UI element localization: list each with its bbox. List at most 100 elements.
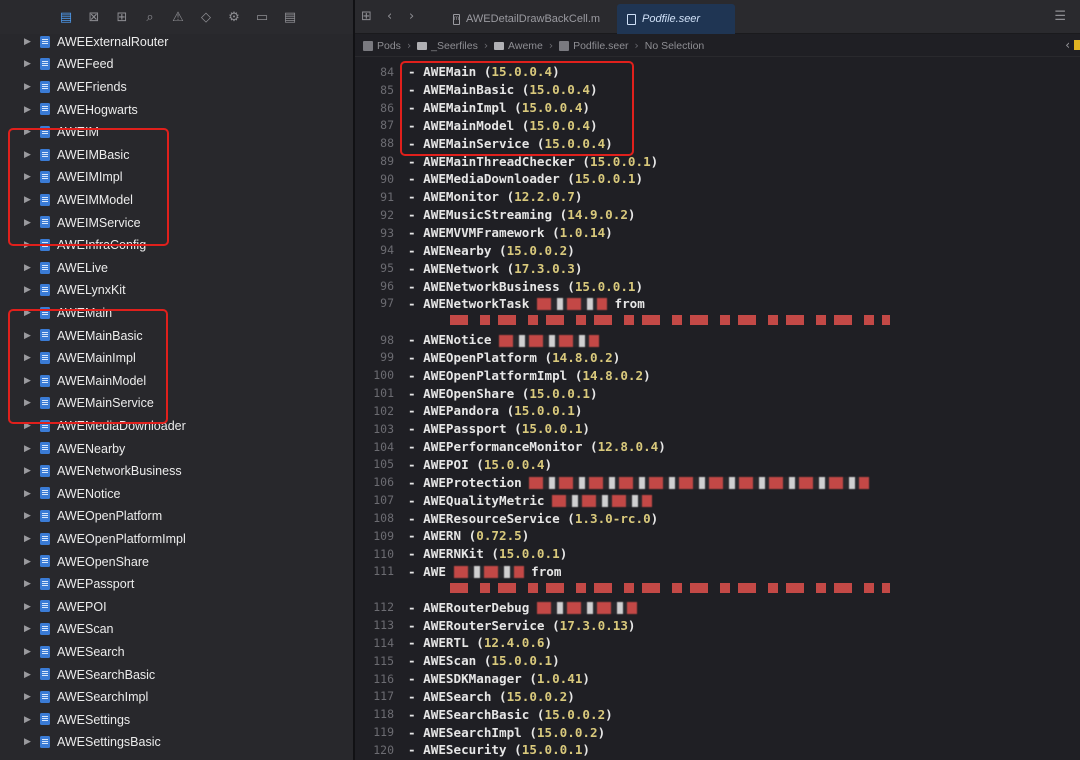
disclosure-triangle-icon[interactable]: ▶ — [24, 195, 34, 205]
breadcrumb-seerfiles[interactable]: _Seerfiles — [417, 40, 478, 52]
disclosure-triangle-icon[interactable]: ▶ — [24, 624, 34, 634]
list-item[interactable]: ▶ AWEIM — [0, 121, 353, 144]
disclosure-triangle-icon[interactable]: ▶ — [24, 579, 34, 589]
code-line[interactable]: 119 - AWESearchImpl (15.0.0.2) — [355, 723, 1080, 741]
debug-navigator-icon[interactable]: ⚙ — [220, 0, 248, 34]
list-item[interactable]: ▶ AWEMediaDownloader — [0, 415, 353, 438]
list-item[interactable]: ▶ AWESettingsBasic — [0, 731, 353, 754]
breadcrumb-aweme[interactable]: Aweme — [494, 40, 543, 52]
disclosure-triangle-icon[interactable]: ▶ — [24, 353, 34, 363]
code-line[interactable]: 99 - AWEOpenPlatform (14.8.0.2) — [355, 349, 1080, 367]
list-item[interactable]: ▶ AWEIMModel — [0, 189, 353, 212]
list-item[interactable]: ▶ AWEOpenShare — [0, 550, 353, 573]
editor-options-icon[interactable]: ☰ — [1054, 9, 1066, 24]
code-line[interactable]: 116 - AWESDKManager (1.0.41) — [355, 670, 1080, 688]
list-item[interactable]: ▶ AWENearby — [0, 437, 353, 460]
code-line[interactable]: 103 - AWEPassport (15.0.0.1) — [355, 420, 1080, 438]
code-line[interactable]: 117 - AWESearch (15.0.0.2) — [355, 688, 1080, 706]
disclosure-triangle-icon[interactable]: ▶ — [24, 331, 34, 341]
code-line[interactable]: 110 - AWERNKit (15.0.0.1) — [355, 545, 1080, 563]
disclosure-triangle-icon[interactable]: ▶ — [24, 82, 34, 92]
list-item[interactable]: ▶ AWEPOI — [0, 595, 353, 618]
disclosure-triangle-icon[interactable]: ▶ — [24, 647, 34, 657]
disclosure-triangle-icon[interactable]: ▶ — [24, 218, 34, 228]
disclosure-triangle-icon[interactable]: ▶ — [24, 511, 34, 521]
disclosure-triangle-icon[interactable]: ▶ — [24, 59, 34, 69]
disclosure-triangle-icon[interactable]: ▶ — [24, 557, 34, 567]
code-line[interactable]: 112 - AWERouterDebug — [355, 598, 1080, 616]
code-line[interactable]: 102 - AWEPandora (15.0.0.1) — [355, 402, 1080, 420]
navigate-forward-icon[interactable]: › — [409, 9, 414, 24]
disclosure-triangle-icon[interactable]: ▶ — [24, 489, 34, 499]
code-area[interactable]: 84 - AWEMain (15.0.0.4) 85 - AWEMainBasic (… — [355, 63, 1080, 759]
list-item[interactable]: ▶ AWESettings — [0, 708, 353, 731]
list-item[interactable]: ▶ AWEOpenPlatformImpl — [0, 528, 353, 551]
list-item[interactable]: ▶ AWELive — [0, 257, 353, 280]
disclosure-triangle-icon[interactable]: ▶ — [24, 421, 34, 431]
disclosure-triangle-icon[interactable]: ▶ — [24, 534, 34, 544]
project-navigator-icon[interactable]: ▤ — [52, 0, 80, 34]
code-line[interactable]: 88 - AWEMainService (15.0.0.4) — [355, 134, 1080, 152]
code-line[interactable]: 114 - AWERTL (12.4.0.6) — [355, 634, 1080, 652]
breadcrumb-podfile-seer[interactable]: Podfile.seer — [559, 40, 629, 52]
code-line[interactable]: 105 - AWEPOI (15.0.0.4) — [355, 456, 1080, 474]
code-line[interactable]: 101 - AWEOpenShare (15.0.0.1) — [355, 384, 1080, 402]
disclosure-triangle-icon[interactable]: ▶ — [24, 376, 34, 386]
list-item[interactable]: ▶ AWEFriends — [0, 76, 353, 99]
code-line[interactable]: 86 - AWEMainImpl (15.0.0.4) — [355, 99, 1080, 117]
code-line[interactable]: 87 - AWEMainModel (15.0.0.4) — [355, 117, 1080, 135]
issue-navigator-icon[interactable]: ⚠ — [164, 0, 192, 34]
code-line[interactable]: 92 - AWEMusicStreaming (14.9.0.2) — [355, 206, 1080, 224]
list-item[interactable]: ▶ AWEMainBasic — [0, 324, 353, 347]
code-line[interactable]: 98 - AWENotice — [355, 331, 1080, 349]
code-line[interactable]: 90 - AWEMediaDownloader (15.0.0.1) — [355, 170, 1080, 188]
list-item[interactable]: ▶ AWESearch — [0, 641, 353, 664]
code-line[interactable]: 96 - AWENetworkBusiness (15.0.0.1) — [355, 277, 1080, 295]
tab-awe-detail-draw-back-cell[interactable]: m AWEDetailDrawBackCell.m — [443, 4, 611, 34]
list-item[interactable]: ▶ AWEIMImpl — [0, 166, 353, 189]
list-item[interactable]: ▶ AWENetworkBusiness — [0, 460, 353, 483]
code-line[interactable]: 97 - AWENetworkTask from — [355, 295, 1080, 331]
disclosure-triangle-icon[interactable]: ▶ — [24, 444, 34, 454]
disclosure-triangle-icon[interactable]: ▶ — [24, 692, 34, 702]
tab-podfile-seer[interactable]: Podfile.seer — [617, 4, 735, 34]
disclosure-triangle-icon[interactable]: ▶ — [24, 737, 34, 747]
disclosure-triangle-icon[interactable]: ▶ — [24, 715, 34, 725]
list-item[interactable]: ▶ AWEInfraConfig — [0, 234, 353, 257]
list-item[interactable]: ▶ AWENotice — [0, 482, 353, 505]
breadcrumb-pods[interactable]: Pods — [363, 40, 401, 52]
disclosure-triangle-icon[interactable]: ▶ — [24, 240, 34, 250]
list-item[interactable]: ▶ AWESearchImpl — [0, 686, 353, 709]
disclosure-triangle-icon[interactable]: ▶ — [24, 670, 34, 680]
list-item[interactable]: ▶ AWEPassport — [0, 573, 353, 596]
code-line[interactable]: 104 - AWEPerformanceMonitor (12.8.0.4) — [355, 438, 1080, 456]
list-item[interactable]: ▶ AWELynxKit — [0, 279, 353, 302]
breadcrumb-no-selection[interactable]: No Selection — [645, 40, 705, 52]
code-line[interactable]: 95 - AWENetwork (17.3.0.3) — [355, 259, 1080, 277]
code-line[interactable]: 107 - AWEQualityMetric — [355, 491, 1080, 509]
list-item[interactable]: ▶ AWEOpenPlatform — [0, 505, 353, 528]
disclosure-triangle-icon[interactable]: ▶ — [24, 37, 34, 47]
code-line[interactable]: 108 - AWEResourceService (1.3.0-rc.0) — [355, 509, 1080, 527]
list-item[interactable]: ▶ AWEMainImpl — [0, 347, 353, 370]
disclosure-triangle-icon[interactable]: ▶ — [24, 172, 34, 182]
source-control-navigator-icon[interactable]: ⊠ — [80, 0, 108, 34]
warning-icon[interactable] — [1074, 40, 1080, 50]
breakpoint-navigator-icon[interactable]: ▭ — [248, 0, 276, 34]
code-line[interactable]: 100 - AWEOpenPlatformImpl (14.8.0.2) — [355, 366, 1080, 384]
symbol-navigator-icon[interactable]: ⊞ — [108, 0, 136, 34]
code-line[interactable]: 94 - AWENearby (15.0.0.2) — [355, 241, 1080, 259]
list-item[interactable]: ▶ AWEFeed — [0, 53, 353, 76]
code-line[interactable]: 91 - AWEMonitor (12.2.0.7) — [355, 188, 1080, 206]
code-line[interactable]: 115 - AWEScan (15.0.0.1) — [355, 652, 1080, 670]
code-line[interactable]: 85 - AWEMainBasic (15.0.0.4) — [355, 81, 1080, 99]
disclosure-triangle-icon[interactable]: ▶ — [24, 127, 34, 137]
disclosure-triangle-icon[interactable]: ▶ — [24, 398, 34, 408]
code-line[interactable]: 106 - AWEProtection — [355, 473, 1080, 491]
chevron-left-icon[interactable]: ‹ — [1065, 38, 1070, 52]
test-navigator-icon[interactable]: ◇ — [192, 0, 220, 34]
code-line[interactable]: 89 - AWEMainThreadChecker (15.0.0.1) — [355, 152, 1080, 170]
list-item[interactable]: ▶ AWEScan — [0, 618, 353, 641]
code-line[interactable]: 93 - AWEMVVMFramework (1.0.14) — [355, 224, 1080, 242]
code-line[interactable]: 113 - AWERouterService (17.3.0.13) — [355, 616, 1080, 634]
